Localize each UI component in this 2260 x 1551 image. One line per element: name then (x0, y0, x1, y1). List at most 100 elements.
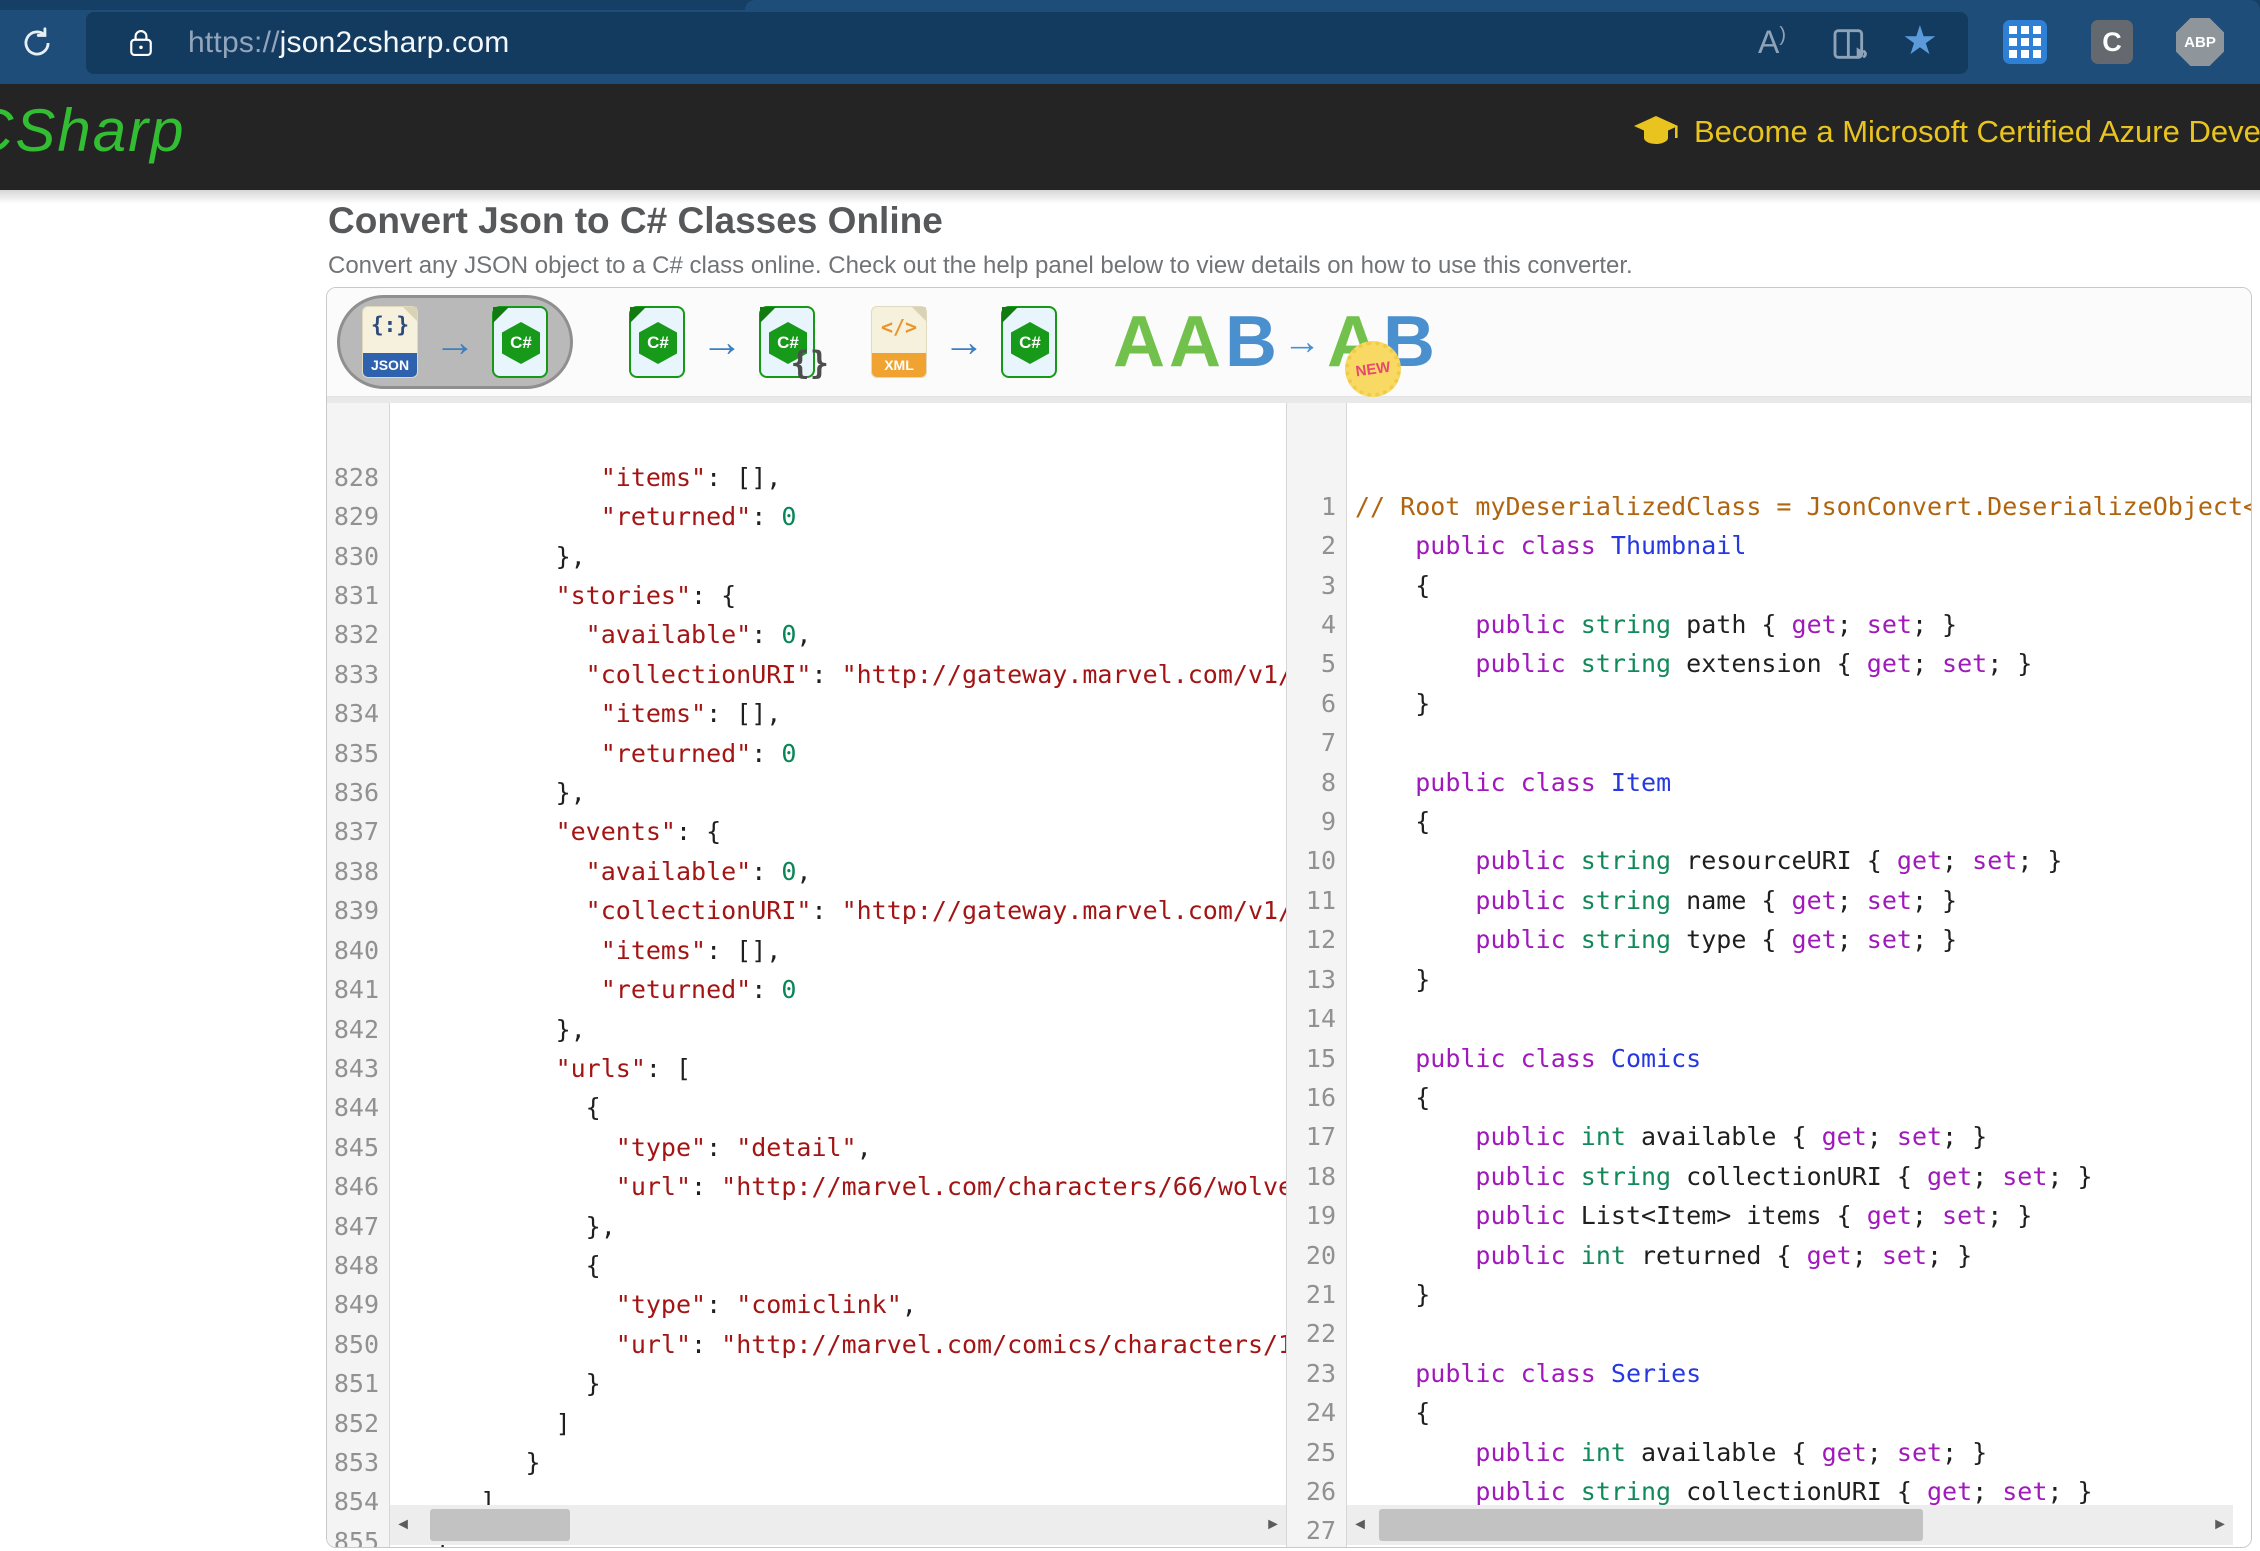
promo-text: Become a Microsoft Certified Azure Devel… (1694, 114, 2260, 149)
immersive-reader-icon[interactable] (1830, 24, 1870, 64)
line-number: 6 (1320, 688, 1336, 718)
aab-to-ab-letters: A A B → A B NEW (1113, 301, 1435, 401)
scroll-left-icon[interactable]: ◄ (1347, 1516, 1373, 1534)
url-host: json2csharp.com (279, 26, 510, 59)
favorite-star-icon[interactable]: ★ (1902, 18, 1938, 64)
code-line: public string resourceURI { get; set; } (1475, 846, 2063, 876)
line-number: 24 (1305, 1398, 1336, 1428)
site-logo[interactable]: CSharp (0, 96, 185, 165)
code-line: public class Item (1415, 767, 1672, 797)
json-file-icon: {:} JSON (362, 306, 418, 378)
line-number: 8 (1320, 767, 1336, 797)
line-number: 838 (333, 856, 379, 886)
scrollbar-thumb[interactable] (1379, 1509, 1923, 1541)
line-number: 845 (333, 1132, 379, 1162)
address-bar[interactable]: https://json2csharp.com A) ★ (86, 12, 1968, 74)
scroll-left-icon[interactable]: ◄ (390, 1516, 416, 1534)
code-line: "collectionURI": "http://gateway.marvel.… (585, 659, 1286, 689)
extensions-grid-icon[interactable] (2003, 20, 2047, 64)
csharp-editor[interactable]: // Root myDeserializedClass = JsonConver… (1347, 397, 2251, 1547)
line-number: 14 (1305, 1004, 1336, 1034)
code-line: "url": "http://marvel.com/comics/charact… (615, 1329, 1286, 1359)
code-line: }, (390, 1211, 616, 1241)
line-number: 25 (1305, 1437, 1336, 1467)
line-number: 16 (1305, 1082, 1336, 1112)
line-number: 7 (1320, 728, 1336, 758)
code-line: public List<Item> items { get; set; } (1475, 1201, 2033, 1231)
mode-csharp-to-code-button[interactable]: C# → C# {} (629, 306, 829, 382)
scrollbar-thumb[interactable] (430, 1509, 570, 1541)
azure-promo-link[interactable]: Become a Microsoft Certified Azure Devel… (1632, 114, 2260, 150)
code-line: } (390, 1447, 541, 1477)
editor-top-divider (327, 397, 2251, 403)
scroll-right-icon[interactable]: ► (1260, 1516, 1286, 1534)
line-number: 839 (333, 896, 379, 926)
line-number: 12 (1305, 925, 1336, 955)
code-line: } (1355, 964, 1431, 994)
scroll-right-icon[interactable]: ► (2207, 1516, 2233, 1534)
line-number: 853 (333, 1447, 379, 1477)
code-line: { (390, 1093, 601, 1123)
code-line: "collectionURI": "http://gateway.marvel.… (585, 896, 1286, 926)
line-number: 840 (333, 935, 379, 965)
line-number: 855 (333, 1526, 379, 1547)
code-line: }, (390, 541, 586, 571)
code-line: public int available { get; set; } (1475, 1437, 1988, 1467)
code-line: { (1355, 1082, 1431, 1112)
xml-file-icon: </> XML (871, 306, 927, 378)
read-aloud-icon[interactable]: A) (1758, 24, 1786, 61)
line-number: 849 (333, 1290, 379, 1320)
mode-aab-to-ab-button[interactable]: A A B → A B NEW (1113, 301, 1435, 401)
conversion-toolbar: {:} JSON → C# C# → C# {} </> XML → C# A … (327, 288, 2251, 401)
c-extension-icon[interactable]: C (2091, 20, 2133, 64)
line-number: 828 (333, 462, 379, 492)
line-number: 854 (333, 1487, 379, 1517)
active-tab[interactable] (745, 0, 2260, 10)
code-line: } (390, 1369, 601, 1399)
code-line: public class Thumbnail (1415, 531, 1747, 561)
line-number: 9 (1320, 807, 1336, 837)
code-line: public string name { get; set; } (1475, 885, 1958, 915)
code-line: "available": 0, (585, 856, 812, 886)
code-line: "items": [], (600, 935, 782, 965)
arrow-icon: → (943, 318, 985, 365)
code-line: "returned": 0 (600, 738, 797, 768)
site-header: CSharp Become a Microsoft Certified Azur… (0, 84, 2260, 190)
mode-xml-to-csharp-button[interactable]: </> XML → C# (871, 306, 1057, 378)
lock-icon[interactable] (128, 27, 154, 59)
line-number: 848 (333, 1250, 379, 1280)
adblock-plus-icon[interactable]: ABP (2176, 18, 2224, 66)
line-number: 21 (1305, 1279, 1336, 1309)
line-number: 5 (1320, 649, 1336, 679)
mode-json-to-csharp-button[interactable]: {:} JSON → C# (337, 295, 573, 389)
line-number: 20 (1305, 1240, 1336, 1270)
code-line: public string extension { get; set; } (1475, 649, 2033, 679)
url-scheme: https:// (188, 26, 280, 59)
line-number: 830 (333, 541, 379, 571)
code-line: { (1355, 570, 1431, 600)
graduation-cap-icon (1634, 116, 1678, 144)
line-number: 833 (333, 659, 379, 689)
json-editor[interactable]: "items": [], "returned": 0 }, "stories":… (390, 397, 1286, 1547)
code-line: // Root myDeserializedClass = JsonConver… (1355, 491, 2251, 521)
line-number: 835 (333, 738, 379, 768)
reload-icon[interactable] (18, 24, 56, 62)
line-number: 22 (1305, 1319, 1336, 1349)
code-line: { (1355, 807, 1431, 837)
code-line: "type": "comiclink", (615, 1290, 917, 1320)
code-line: "url": "http://marvel.com/characters/66/… (615, 1172, 1286, 1202)
code-line: "events": { (555, 817, 722, 847)
code-line: { (1355, 1398, 1431, 1428)
line-number: 852 (333, 1408, 379, 1438)
browser-tab-strip (0, 0, 2260, 10)
code-line: } (1355, 1279, 1431, 1309)
csharp-editor-gutter: 1 2 3 4 5 6 7 8 9 10 11 12 13 14 15 16 17 18 19 20 21 22 23 24 2… (1286, 397, 1347, 1547)
csharp-editor-hscrollbar[interactable]: ◄ ► (1347, 1505, 2233, 1545)
json-editor-hscrollbar[interactable]: ◄ ► (390, 1505, 1286, 1545)
code-line: "items": [], (600, 462, 782, 492)
code-line: "type": "detail", (615, 1132, 872, 1162)
url-text[interactable]: https://json2csharp.com (188, 26, 509, 60)
code-line: "returned": 0 (600, 975, 797, 1005)
